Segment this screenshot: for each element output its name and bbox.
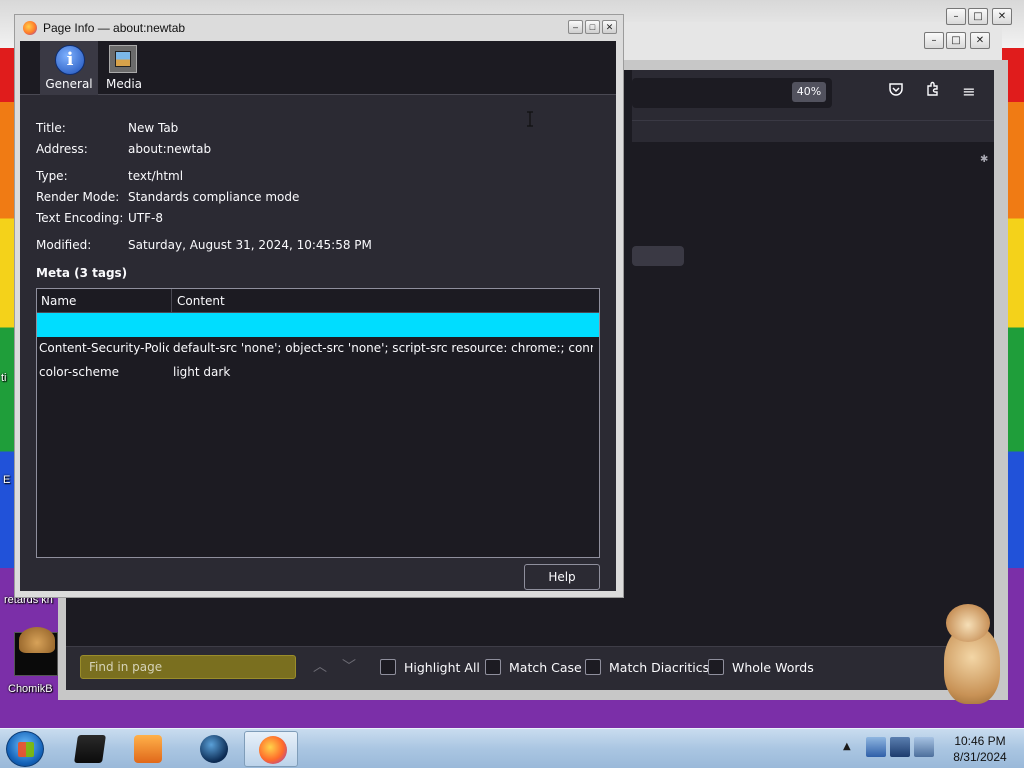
meta-content-cell: default-src 'none'; object-src 'none'; s… [173,341,593,355]
desktop-icon-label[interactable]: ChomikB [8,683,53,695]
checkbox-icon[interactable] [485,659,501,675]
checkbox-icon[interactable] [585,659,601,675]
zoom-indicator[interactable]: 40% [792,82,826,102]
option-label: Match Case [509,659,582,675]
field-label: Modified: [36,238,92,252]
tab-label: General [45,77,93,91]
clock-time: 10:46 PM [954,734,1006,748]
meta-name-cell: Content-Security-Polic... [39,341,169,355]
firefox-icon [259,736,287,764]
field-label: Title: [36,121,66,135]
meta-table[interactable]: Name Content Content-Security-Polic... d… [36,288,600,558]
dialog-title: Page Info — about:newtab [43,21,186,35]
minimize-icon[interactable]: – [568,20,583,34]
taskbar-app-globe[interactable] [186,731,240,767]
maximize-icon[interactable]: □ [946,32,966,49]
outer-minimize-icon[interactable]: – [946,8,966,25]
match-diacritics-checkbox[interactable]: Match Diacritics [585,658,709,676]
dialog-window-controls: – □ ✕ [568,20,617,34]
close-icon[interactable]: ✕ [970,32,990,49]
globe-icon [200,735,228,763]
info-icon: i [55,45,85,75]
match-case-checkbox[interactable]: Match Case [485,658,582,676]
media-icon [109,45,137,73]
tab-label: Media [105,77,143,91]
dialog-titlebar[interactable]: Page Info — about:newtab – □ ✕ [15,15,623,41]
checkbox-icon[interactable] [708,659,724,675]
browser-titlebar: – □ ✕ [622,22,1002,60]
find-bar: Find in page ︿ ﹀ Highlight All Match Cas… [66,646,994,690]
whole-words-checkbox[interactable]: Whole Words [708,658,814,676]
folder-icon [74,735,106,763]
taskbar-app-media-player[interactable] [120,731,174,767]
field-value: text/html [128,169,184,183]
network-icon[interactable] [866,737,886,757]
table-row[interactable]: Content-Security-Polic... default-src 'n… [37,337,599,361]
find-previous-icon[interactable]: ︿ [310,657,330,677]
column-header-name[interactable]: Name [41,294,76,308]
display-icon[interactable] [890,737,910,757]
desktop-shortcut-icon[interactable] [14,627,58,676]
help-button[interactable]: Help [524,564,600,590]
tab-general[interactable]: i General [40,41,98,95]
volume-icon[interactable] [914,737,934,757]
extensions-icon[interactable] [922,81,944,103]
meta-name-cell: color-scheme [39,365,120,379]
outer-maximize-icon[interactable]: □ [968,8,988,25]
minimize-icon[interactable]: – [924,32,944,49]
field-label: Address: [36,142,88,156]
field-value: about:newtab [128,142,212,156]
field-label: Text Encoding: [36,211,124,225]
option-label: Whole Words [732,659,814,675]
tab-media[interactable]: Media [100,41,148,95]
page-info-dialog: Page Info — about:newtab – □ ✕ i General… [14,14,624,598]
toolbar-separator [632,120,994,142]
option-label: Match Diacritics [609,659,710,675]
taskbar-app-explorer[interactable] [62,731,116,767]
field-value: New Tab [128,121,179,135]
desktop-side-text: ti [1,372,7,384]
table-header: Name Content [37,289,599,313]
column-divider[interactable] [171,289,172,313]
taskbar-app-firefox[interactable] [244,731,298,767]
hamster-sticker-image [936,604,1008,708]
taskbar-clock[interactable]: 10:46 PM 8/31/2024 [940,733,1020,765]
find-next-icon[interactable]: ﹀ [339,657,359,677]
outer-close-icon[interactable]: ✕ [992,8,1012,25]
newtab-search-box[interactable] [632,246,684,266]
desktop-side-text: E [3,474,11,486]
field-label: Type: [36,169,68,183]
table-row[interactable] [37,313,599,337]
option-label: Highlight All [404,659,480,675]
text-cursor-icon [526,111,534,127]
checkbox-icon[interactable] [380,659,396,675]
show-hidden-icons-icon[interactable]: ▲ [843,741,851,752]
highlight-all-checkbox[interactable]: Highlight All [380,658,480,676]
gear-icon[interactable]: ✱ [980,154,988,165]
close-icon[interactable]: ✕ [602,20,617,34]
find-input[interactable]: Find in page [80,655,296,679]
windows-logo-icon [18,742,34,757]
field-value: Standards compliance mode [128,190,300,204]
start-button[interactable] [6,731,44,767]
clock-date: 8/31/2024 [953,750,1007,764]
pocket-icon[interactable] [885,81,907,103]
column-header-content[interactable]: Content [177,294,225,308]
field-label: Render Mode: [36,190,120,204]
dialog-tabs: i General Media [20,41,616,95]
taskbar: ▲ 10:46 PM 8/31/2024 [0,728,1024,768]
media-player-icon [134,735,162,763]
field-value: UTF-8 [128,211,163,225]
table-row[interactable]: color-scheme light dark [37,361,599,385]
meta-content-cell: light dark [173,365,231,379]
menu-icon[interactable]: ≡ [958,81,980,103]
maximize-icon[interactable]: □ [585,20,600,34]
meta-heading: Meta (3 tags) [36,266,128,280]
field-value: Saturday, August 31, 2024, 10:45:58 PM [128,238,372,252]
firefox-icon [23,21,37,35]
